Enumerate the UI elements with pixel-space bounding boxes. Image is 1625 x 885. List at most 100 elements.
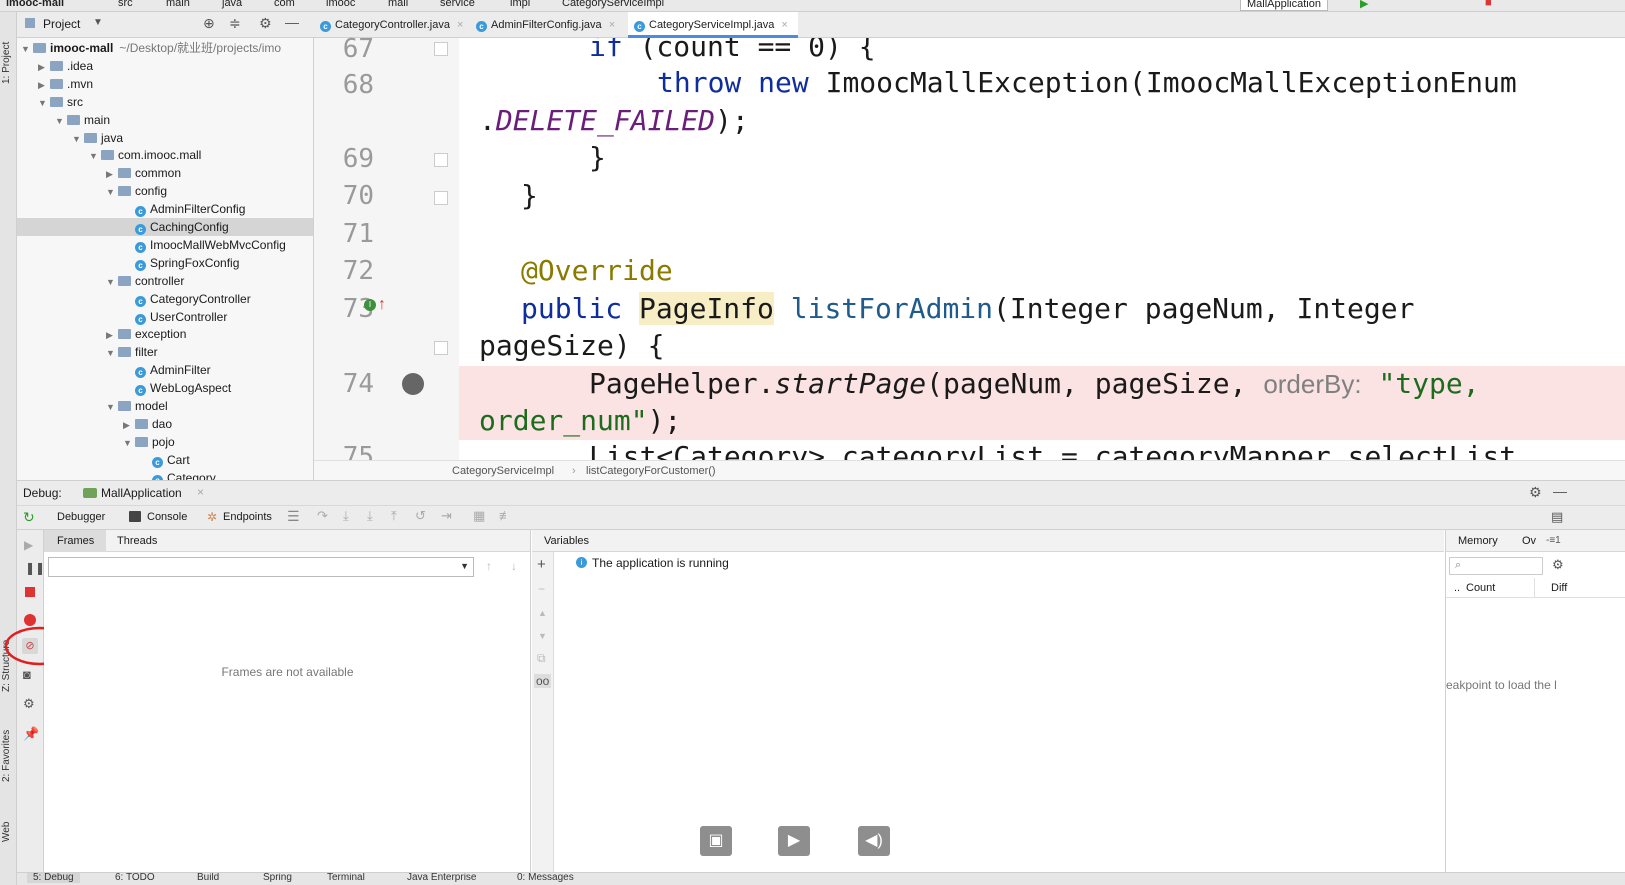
debug-session-tab[interactable]: MallApplication — [101, 486, 182, 500]
tree-node[interactable]: c ImoocMallWebMvcConfig — [123, 236, 286, 254]
tree-node[interactable]: ▼ src — [38, 93, 83, 111]
tree-node[interactable]: ▼ controller — [106, 272, 184, 290]
nav-crumb[interactable]: src — [118, 0, 133, 9]
chevron-down-icon[interactable]: ▼ — [123, 434, 135, 452]
code-editor[interactable]: if (count == 0) { throw new ImoocMallExc… — [459, 38, 1625, 478]
chevron-down-icon[interactable]: ▼ — [106, 398, 118, 416]
chevron-down-icon[interactable]: ▼ — [38, 94, 50, 112]
chevron-down-icon[interactable]: ▼ — [55, 112, 67, 130]
close-icon[interactable]: × — [781, 19, 787, 31]
force-step-into-icon[interactable]: ⤓ — [367, 508, 373, 524]
tab-threads[interactable]: Threads — [117, 535, 157, 547]
nav-crumb[interactable]: main — [166, 0, 190, 9]
tool-tab-build[interactable]: Build — [197, 873, 219, 883]
resume-icon[interactable]: ▶ — [24, 538, 33, 552]
tree-node[interactable]: ▼ filter — [106, 343, 158, 361]
chevron-right-icon[interactable]: ▶ — [106, 326, 118, 344]
chevron-right-icon[interactable]: ▶ — [123, 416, 135, 434]
run-config-select[interactable]: MallApplication — [1240, 0, 1328, 11]
tree-node[interactable]: ▼ java — [72, 129, 123, 147]
tree-node[interactable]: ▶ dao — [123, 415, 172, 433]
close-icon[interactable]: × — [457, 19, 463, 31]
remove-watch-icon[interactable]: − — [538, 582, 545, 596]
breakpoint-icon[interactable] — [402, 373, 424, 395]
tree-node[interactable]: c WebLogAspect — [123, 379, 231, 397]
step-out-icon[interactable]: ⤒ — [391, 508, 397, 524]
chevron-right-icon[interactable]: ▶ — [38, 58, 50, 76]
chevron-down-icon[interactable]: ▼ — [89, 147, 101, 165]
arrow-down-icon[interactable]: ↓ — [511, 559, 517, 573]
nav-crumb[interactable]: imooc — [326, 0, 355, 9]
copy-icon[interactable]: ⧉ — [537, 651, 546, 665]
project-tool-tab[interactable]: 1: Project — [1, 42, 12, 84]
add-watch-icon[interactable]: + — [537, 557, 546, 572]
chevron-right-icon[interactable]: ▶ — [38, 76, 50, 94]
fold-icon[interactable] — [434, 191, 448, 205]
tree-node[interactable]: c AdminFilterConfig — [123, 200, 245, 218]
breadcrumb-method[interactable]: listCategoryForCustomer() — [586, 461, 716, 481]
tool-tab-terminal[interactable]: Terminal — [327, 873, 365, 883]
fold-icon[interactable] — [434, 341, 448, 355]
tool-tab-messages[interactable]: 0: Messages — [517, 873, 574, 883]
tree-node[interactable]: c AdminFilter — [123, 361, 211, 379]
favorites-tool-tab[interactable]: 2: Favorites — [1, 730, 12, 782]
drop-frame-icon[interactable]: ↺ — [415, 508, 426, 524]
close-icon[interactable]: × — [197, 485, 204, 499]
nav-crumb[interactable]: java — [222, 0, 242, 9]
screenshot-overlay-button[interactable]: ▣ — [700, 826, 732, 856]
tree-node[interactable]: ▼ model — [106, 397, 168, 415]
tree-node[interactable]: ▼ config — [106, 182, 167, 200]
camera-icon[interactable]: ◙ — [23, 667, 31, 682]
gear-icon[interactable]: ⚙ — [1552, 557, 1564, 573]
fold-icon[interactable] — [434, 42, 448, 56]
thread-select[interactable]: ▼ — [48, 557, 474, 577]
close-icon[interactable]: × — [609, 19, 615, 31]
more-tabs-icon[interactable]: -≡1 — [1546, 535, 1561, 546]
step-over-icon[interactable]: ↷ — [317, 508, 328, 524]
stop-icon[interactable] — [25, 587, 35, 597]
glasses-icon[interactable]: oo — [534, 674, 552, 688]
tab-overhead[interactable]: Ov — [1522, 535, 1536, 547]
pin-icon[interactable]: 📌 — [23, 726, 39, 742]
run-to-cursor-icon[interactable]: ⇥ — [441, 508, 452, 524]
memory-search-input[interactable]: ⌕ — [1449, 557, 1543, 575]
nav-crumb[interactable]: com — [274, 0, 295, 9]
hide-icon[interactable]: — — [1553, 483, 1567, 499]
step-into-icon[interactable]: ⤓ — [343, 508, 349, 524]
nav-crumb[interactable]: mall — [388, 0, 408, 9]
tree-node[interactable]: ▶ .mvn — [38, 75, 93, 93]
tool-tab-java-enterprise[interactable]: Java Enterprise — [407, 873, 476, 883]
layout-icon[interactable]: ▤ — [1551, 509, 1563, 525]
menu-icon[interactable]: ☰ — [287, 508, 300, 525]
chevron-down-icon[interactable]: ▼ — [93, 17, 103, 28]
tree-node[interactable]: ▼ com.imooc.mall — [89, 146, 201, 164]
chevron-down-icon[interactable]: ▼ — [106, 344, 118, 362]
tree-node[interactable]: c UserController — [123, 308, 227, 326]
breadcrumb-class[interactable]: CategoryServiceImpl — [452, 461, 554, 481]
tab-admin-filter-config[interactable]: c AdminFilterConfig.java × — [470, 12, 628, 38]
col-class[interactable]: .. — [1454, 582, 1460, 594]
tree-node[interactable]: c Cart — [140, 451, 190, 469]
gear-icon[interactable]: ⚙ — [1529, 484, 1542, 501]
nav-crumb[interactable]: impl — [510, 0, 530, 9]
nav-crumb[interactable]: CategoryServiceImpl — [562, 0, 664, 9]
tree-node[interactable]: c CachingConfig — [17, 218, 313, 236]
override-arrow-icon[interactable]: ↑ — [378, 296, 386, 314]
move-up-icon[interactable]: ▲ — [538, 606, 547, 620]
tree-node[interactable]: ▶ .idea — [38, 57, 93, 75]
web-tool-tab[interactable]: Web — [1, 822, 12, 842]
col-count[interactable]: Count — [1466, 582, 1495, 594]
chevron-down-icon[interactable]: ▼ — [106, 183, 118, 201]
gear-icon[interactable]: ⚙ — [23, 696, 35, 712]
hide-icon[interactable]: — — [285, 14, 299, 30]
tree-node[interactable]: ▶ common — [106, 164, 181, 182]
move-down-icon[interactable]: ▼ — [538, 629, 547, 643]
tool-tab-debug[interactable]: 5: Debug — [27, 873, 80, 883]
implements-icon[interactable]: I — [364, 299, 376, 311]
arrow-up-icon[interactable]: ↑ — [486, 559, 492, 573]
tab-console[interactable]: Console — [147, 511, 187, 523]
tab-endpoints[interactable]: Endpoints — [223, 511, 272, 523]
tree-node[interactable]: ▼ imooc-mall ~/Desktop/就业班/projects/imo — [21, 39, 281, 57]
project-panel-title[interactable]: Project — [43, 17, 80, 31]
tree-node[interactable]: c SpringFoxConfig — [123, 254, 239, 272]
